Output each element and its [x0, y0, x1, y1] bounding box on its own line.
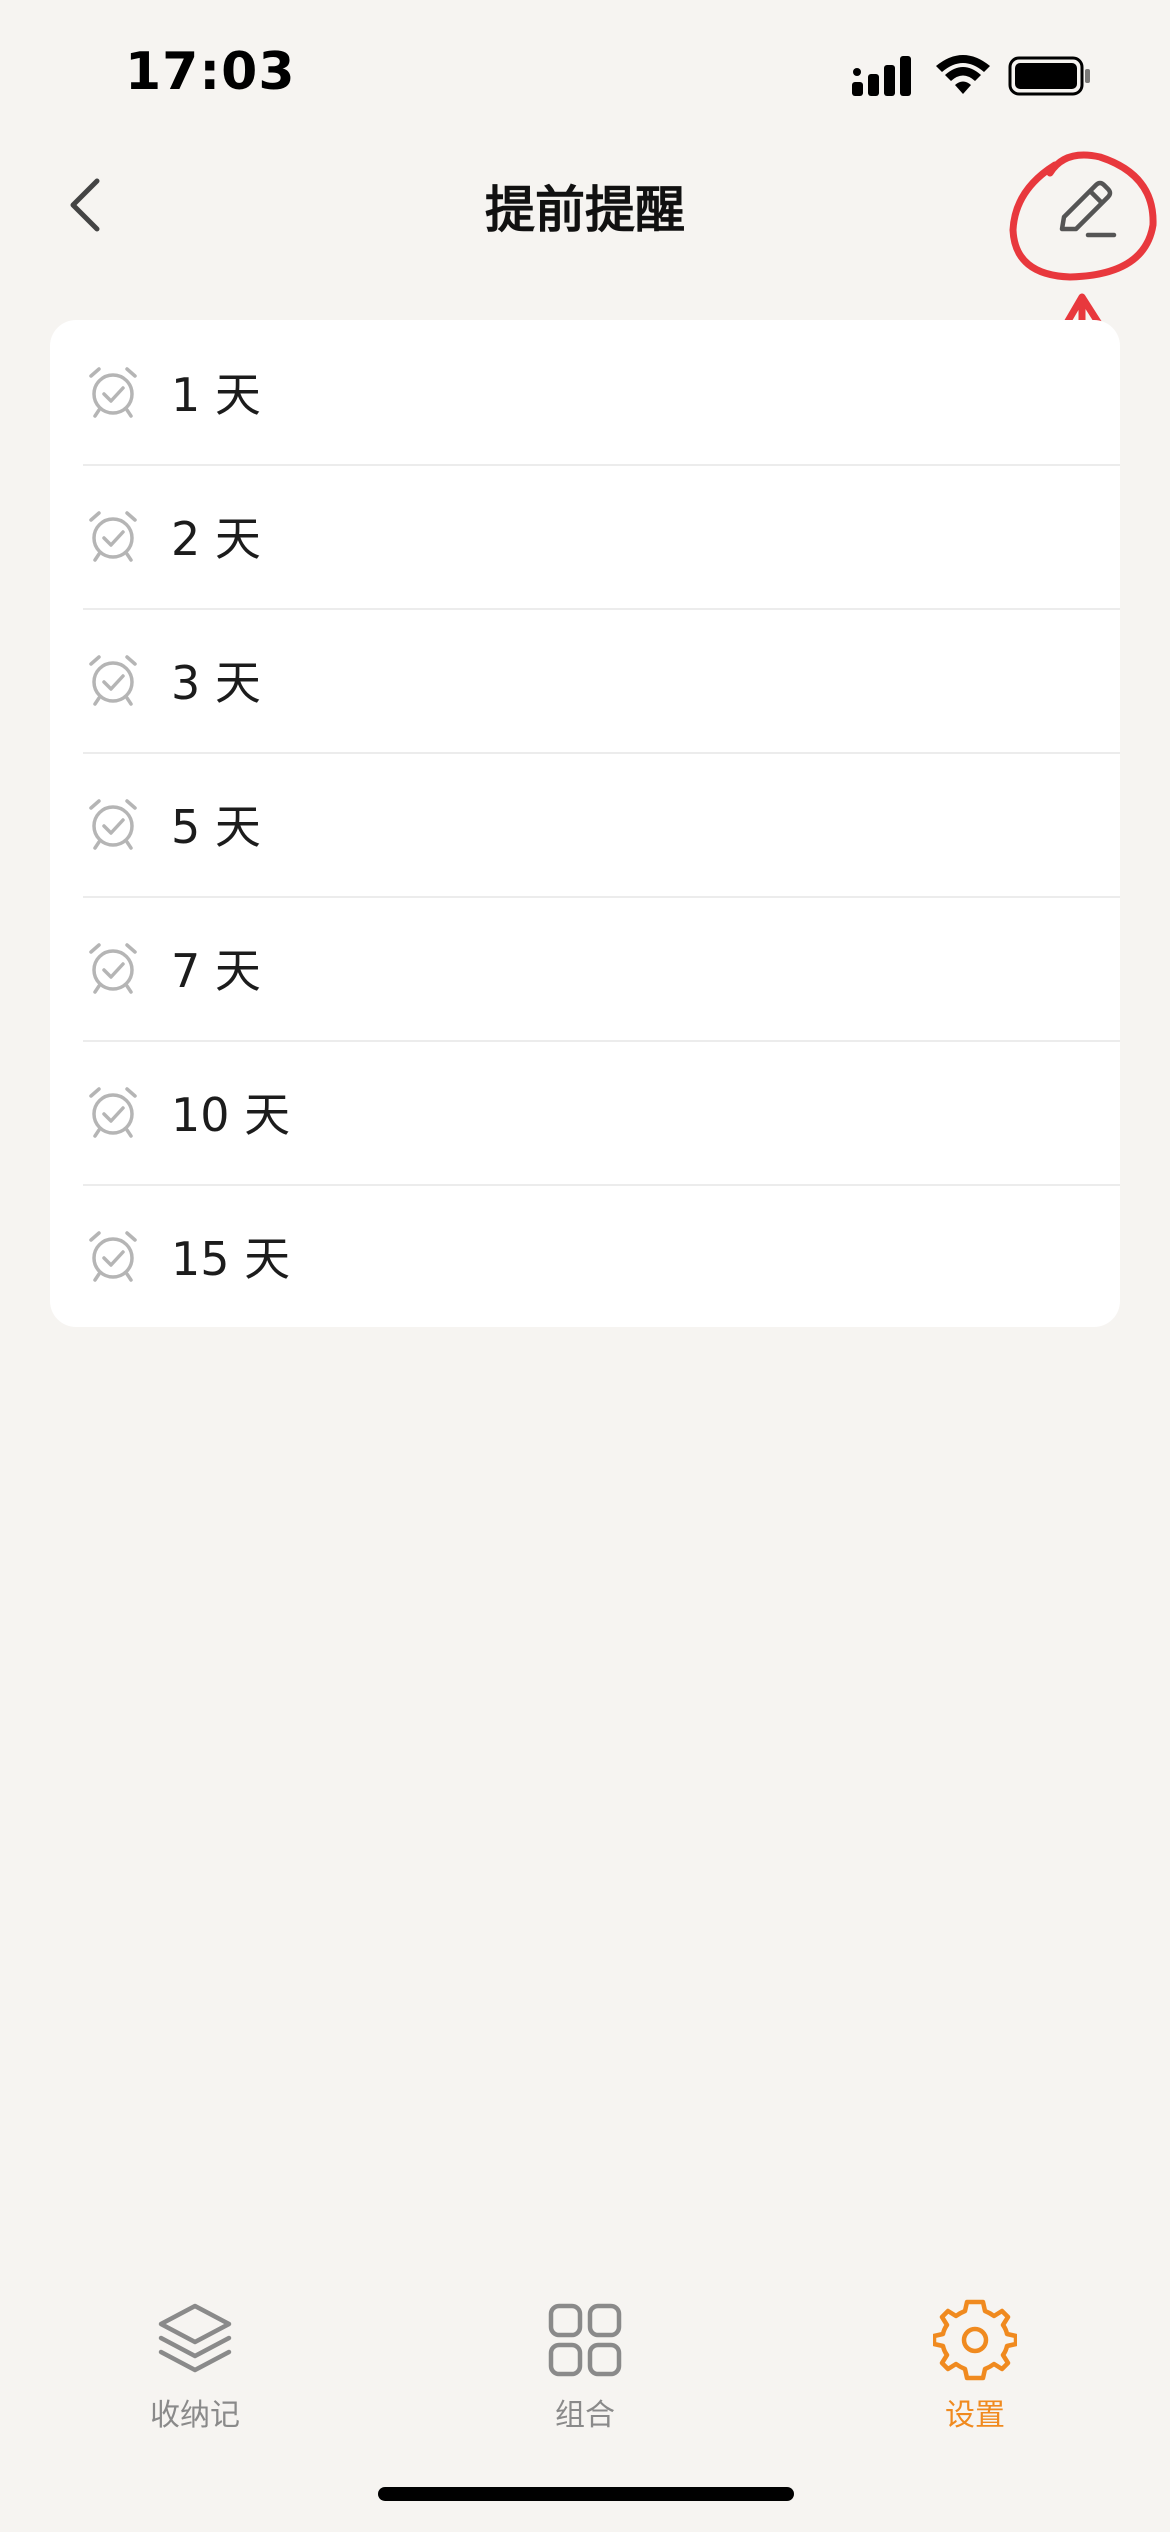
- tab-label: 设置: [945, 2398, 1005, 2433]
- alarm-check-icon: [85, 940, 141, 996]
- tab-storage[interactable]: 收纳记: [65, 2290, 325, 2440]
- reminder-list: 1 天 2 天 3 天 5 天 7 天 10 天 15 天: [50, 320, 1120, 1327]
- list-item-label: 7 天: [171, 944, 261, 998]
- list-item-label: 1 天: [171, 368, 261, 422]
- gear-icon: [933, 2299, 1017, 2381]
- edit-button[interactable]: [1040, 170, 1130, 250]
- list-item[interactable]: 10 天: [50, 1040, 1120, 1184]
- list-item[interactable]: 3 天: [50, 608, 1120, 752]
- tab-combination[interactable]: 组合: [455, 2290, 715, 2440]
- list-item[interactable]: 7 天: [50, 896, 1120, 1040]
- cellular-signal-icon: [852, 56, 911, 96]
- grid-icon: [548, 2303, 622, 2377]
- list-item-label: 3 天: [171, 656, 261, 710]
- nav-bar: 提前提醒: [0, 150, 1170, 270]
- battery-icon: [1008, 56, 1090, 96]
- tab-label: 收纳记: [150, 2398, 240, 2433]
- alarm-check-icon: [85, 364, 141, 420]
- home-indicator[interactable]: [378, 2487, 794, 2501]
- alarm-check-icon: [85, 508, 141, 564]
- wifi-icon: [936, 55, 990, 94]
- list-item-label: 5 天: [171, 800, 261, 854]
- chevron-left-icon: [70, 178, 100, 232]
- list-item-label: 10 天: [171, 1088, 291, 1142]
- status-bar: 17:03: [0, 0, 1170, 150]
- status-time: 17:03: [125, 42, 296, 102]
- list-item[interactable]: 15 天: [50, 1184, 1120, 1327]
- alarm-check-icon: [85, 1228, 141, 1284]
- tab-label: 组合: [555, 2398, 615, 2433]
- page-title: 提前提醒: [485, 181, 685, 239]
- tab-settings[interactable]: 设置: [845, 2290, 1105, 2440]
- pencil-icon: [1059, 180, 1117, 238]
- list-item[interactable]: 2 天: [50, 464, 1120, 608]
- layers-icon: [158, 2303, 232, 2373]
- list-item[interactable]: 5 天: [50, 752, 1120, 896]
- alarm-check-icon: [85, 652, 141, 708]
- alarm-check-icon: [85, 796, 141, 852]
- list-item-label: 2 天: [171, 512, 261, 566]
- screen: 17:03 提前提醒 1 天 2 天 3 天 5 天 7 天 10 天 15 天…: [0, 0, 1170, 2532]
- alarm-check-icon: [85, 1084, 141, 1140]
- tab-bar: 收纳记 组合 设置: [0, 2290, 1170, 2450]
- list-item-label: 15 天: [171, 1232, 291, 1286]
- back-button[interactable]: [50, 170, 120, 240]
- list-item[interactable]: 1 天: [50, 320, 1120, 464]
